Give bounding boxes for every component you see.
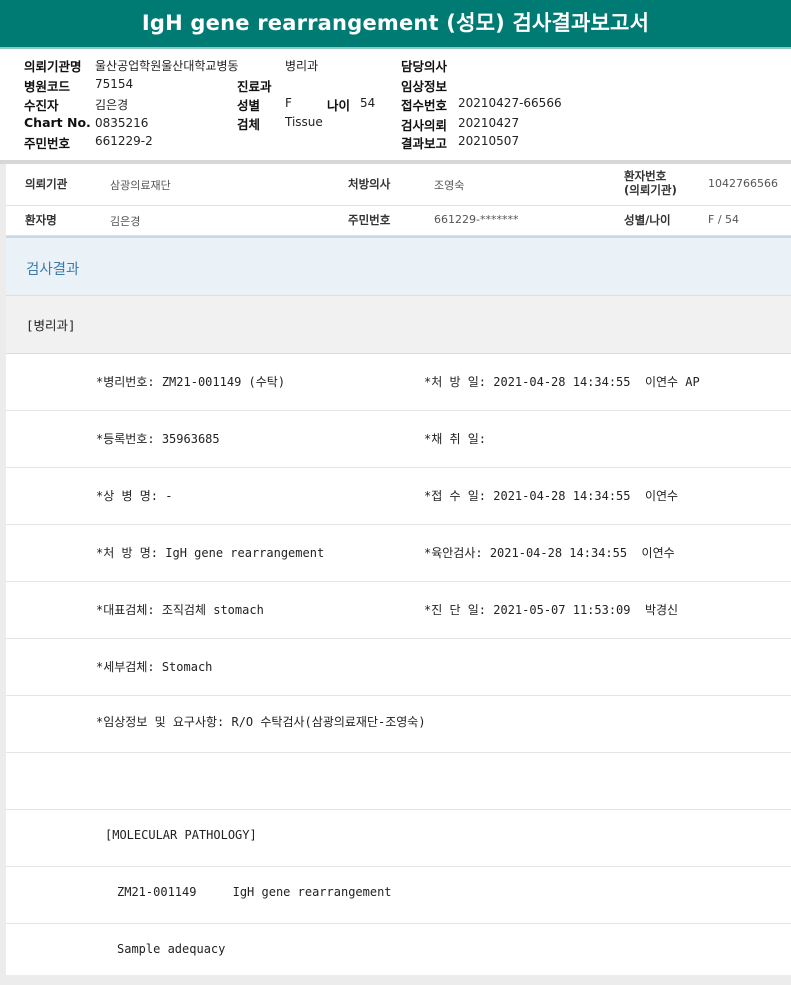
header-chart-no-label: Chart No. [24, 115, 91, 130]
result-row-empty [6, 753, 791, 810]
bottom-scroll-area [0, 975, 791, 985]
results-section-title: 검사결과 [26, 262, 80, 278]
institution-label: 의뢰기관 [25, 177, 68, 191]
result-row: ZM21-001149 IgH gene rearrangement [6, 867, 791, 924]
ssn-value: 661229-******* [434, 213, 519, 226]
ssn-label: 주민번호 [348, 213, 391, 227]
header-age-value: 54 [360, 96, 376, 110]
detail-specimen: *세부검체: Stomach [96, 660, 213, 674]
header-hospital-code-label: 병원코드 [24, 79, 71, 94]
header-physician-label: 담당의사 [401, 59, 448, 74]
results-section-header: 검사결과 [6, 236, 791, 296]
patient-number-label: 환자번호 [624, 169, 667, 183]
prescribing-doctor-label: 처방의사 [348, 177, 391, 191]
result-row: *등록번호: 35963685 *채 취 일: [6, 411, 791, 468]
header-clinical-info-label: 임상정보 [401, 79, 448, 94]
patient-name-value: 김은경 [110, 215, 141, 228]
title-divider [0, 47, 791, 49]
header-accession-label: 접수번호 [401, 98, 448, 113]
gross-exam-date: *육안검사: 2021-04-28 14:34:55 이연수 [424, 546, 675, 560]
header-request-date-value: 20210427 [458, 116, 520, 130]
header-institution-label: 의뢰기관명 [24, 59, 82, 74]
header-ssn-label: 주민번호 [24, 136, 71, 151]
prescribing-doctor-value: 조영숙 [434, 179, 465, 192]
patient-info-row-2: 환자명 김은경 주민번호 661229-******* 성별/나이 F / 54 [6, 206, 791, 236]
result-row: Sample adequacy [6, 924, 791, 975]
header-chart-no-value: 0835216 [95, 116, 149, 130]
receipt-date: *접 수 일: 2021-04-28 14:34:55 이연수 [424, 489, 679, 503]
header-report-date-value: 20210507 [458, 134, 520, 148]
sex-age-value: F / 54 [708, 213, 740, 226]
header-clinic-label: 진료과 [237, 79, 272, 94]
result-row: *병리번호: ZM21-001149 (수탁) *처 방 일: 2021-04-… [6, 354, 791, 411]
sample-adequacy: Sample adequacy [117, 942, 226, 956]
collection-date: *채 취 일: [424, 432, 487, 446]
header-department-value: 병리과 [285, 59, 319, 73]
header-hospital-code-value: 75154 [95, 77, 134, 91]
patient-name-label: 환자명 [25, 213, 57, 227]
registration-number: *등록번호: 35963685 [96, 432, 220, 446]
result-row: *임상정보 및 요구사항: R/O 수탁검사(삼광의료재단-조영숙) [6, 696, 791, 753]
header-institution-value: 울산공업학원울산대학교병동 [95, 59, 239, 73]
molecular-pathology-heading: [MOLECULAR PATHOLOGY] [105, 828, 257, 842]
header-patient-label: 수진자 [24, 98, 59, 113]
header-sex-value: F [285, 96, 292, 110]
header-age-label: 나이 [327, 98, 351, 113]
pathology-number: *병리번호: ZM21-001149 (수탁) [96, 375, 286, 389]
clinical-info-request: *임상정보 및 요구사항: R/O 수탁검사(삼광의료재단-조영숙) [96, 715, 426, 729]
header-request-date-label: 검사의뢰 [401, 118, 448, 133]
patient-number-sublabel: (의뢰기관) [624, 183, 677, 197]
header-report-date-label: 결과보고 [401, 136, 448, 151]
header-ssn-value: 661229-2 [95, 134, 153, 148]
institution-value: 삼광의료재단 [110, 179, 171, 192]
department-label: [병리과] [26, 318, 76, 333]
diagnosis-date: *진 단 일: 2021-05-07 11:53:09 박경신 [424, 603, 679, 617]
header-patient-value: 김은경 [95, 98, 129, 112]
result-row: *세부검체: Stomach [6, 639, 791, 696]
result-row: *처 방 명: IgH gene rearrangement *육안검사: 20… [6, 525, 791, 582]
prescription-date: *처 방 일: 2021-04-28 14:34:55 이연수 AP [424, 375, 700, 389]
patient-number-value: 1042766566 [708, 177, 778, 190]
sex-age-label: 성별/나이 [624, 213, 671, 227]
header-sex-label: 성별 [237, 98, 261, 113]
header-specimen-label: 검체 [237, 117, 261, 132]
result-row: *상 병 명: - *접 수 일: 2021-04-28 14:34:55 이연… [6, 468, 791, 525]
representative-specimen: *대표검체: 조직검체 stomach [96, 603, 264, 617]
header-specimen-value: Tissue [285, 115, 323, 129]
diagnosis-name: *상 병 명: - [96, 489, 173, 503]
result-row: [MOLECULAR PATHOLOGY] [6, 810, 791, 867]
molecular-test-line: ZM21-001149 IgH gene rearrangement [117, 885, 392, 899]
department-row: [병리과] [6, 296, 791, 354]
header-accession-value: 20210427-66566 [458, 96, 562, 110]
prescription-name: *처 방 명: IgH gene rearrangement [96, 546, 325, 560]
result-row: *대표검체: 조직검체 stomach *진 단 일: 2021-05-07 1… [6, 582, 791, 639]
report-title: IgH gene rearrangement (성모) 검사결과보고서 [0, 0, 791, 47]
patient-info-row-1: 의뢰기관 삼광의료재단 처방의사 조영숙 환자번호 (의뢰기관) 1042766… [6, 164, 791, 206]
